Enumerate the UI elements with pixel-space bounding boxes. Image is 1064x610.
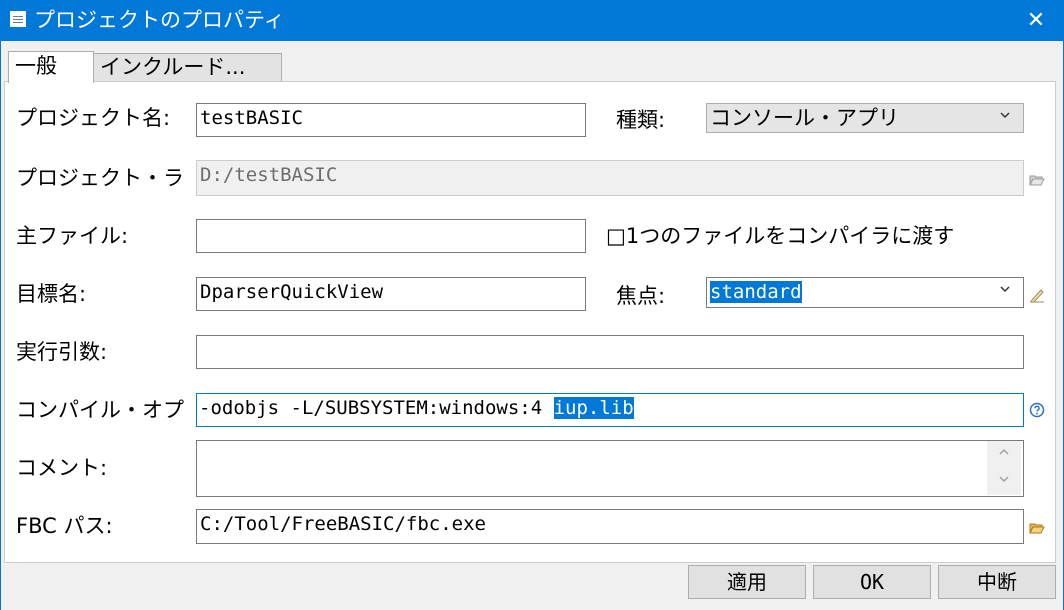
exec-args-label: 実行引数: <box>16 340 108 364</box>
chevron-down-icon <box>995 282 1015 302</box>
main-file-input[interactable] <box>196 219 586 253</box>
focus-select[interactable]: standard <box>706 277 1024 308</box>
pencil-icon[interactable] <box>1029 287 1045 303</box>
scroll-up-icon[interactable] <box>987 441 1021 468</box>
compile-options-text: -odobjs -L/SUBSYSTEM:windows:4 <box>199 397 554 419</box>
compile-options-input[interactable]: -odobjs -L/SUBSYSTEM:windows:4 iup.lib <box>196 393 1024 427</box>
type-select[interactable]: コンソール・アプリ <box>706 103 1024 133</box>
comment-textarea[interactable] <box>196 440 1024 497</box>
single-file-checkbox[interactable]: □1つのファイルをコンパイラに渡す <box>606 222 954 250</box>
folder-open-icon[interactable] <box>1029 520 1045 536</box>
compile-options-label: コンパイル・オプ <box>16 398 184 422</box>
target-name-label: 目標名: <box>16 282 87 306</box>
fbc-path-input[interactable]: C:/Tool/FreeBASIC/fbc.exe <box>196 509 1024 544</box>
chevron-down-icon <box>995 108 1015 128</box>
type-label: 種類: <box>616 108 666 132</box>
project-folder-input[interactable]: D:/testBASIC <box>196 160 1024 196</box>
window-app-icon <box>10 11 26 27</box>
project-name-input[interactable]: testBASIC <box>196 103 586 137</box>
window-title: プロジェクトのプロパティ <box>34 8 285 32</box>
tab-general[interactable]: 一般 <box>8 51 94 83</box>
tab-include[interactable]: インクルード... <box>93 53 282 81</box>
comment-scrollbar[interactable] <box>987 441 1021 495</box>
window-border-left <box>0 41 1 610</box>
comment-label: コメント: <box>16 456 108 480</box>
project-folder-label: プロジェクト・ラ <box>16 166 184 190</box>
focus-select-value: standard <box>710 281 802 303</box>
target-name-input[interactable]: DparserQuickView <box>196 277 586 311</box>
project-name-label: プロジェクト名: <box>16 106 171 130</box>
apply-button[interactable]: 適用 <box>688 565 806 599</box>
type-select-value: コンソール・アプリ <box>710 106 899 130</box>
fbc-path-label: FBC パス: <box>16 514 113 538</box>
help-icon[interactable] <box>1029 402 1045 418</box>
compile-options-selected-text: iup.lib <box>553 397 634 419</box>
focus-label: 焦点: <box>616 284 666 308</box>
close-button[interactable]: ✕ <box>1008 0 1064 41</box>
main-file-label: 主ファイル: <box>16 224 129 248</box>
ok-button[interactable]: OK <box>813 565 931 599</box>
exec-args-input[interactable] <box>196 335 1024 369</box>
title-bar: プロジェクトのプロパティ ✕ <box>0 0 1064 41</box>
scroll-down-icon[interactable] <box>987 468 1021 495</box>
folder-open-icon[interactable] <box>1029 172 1045 188</box>
cancel-button[interactable]: 中断 <box>938 565 1056 599</box>
